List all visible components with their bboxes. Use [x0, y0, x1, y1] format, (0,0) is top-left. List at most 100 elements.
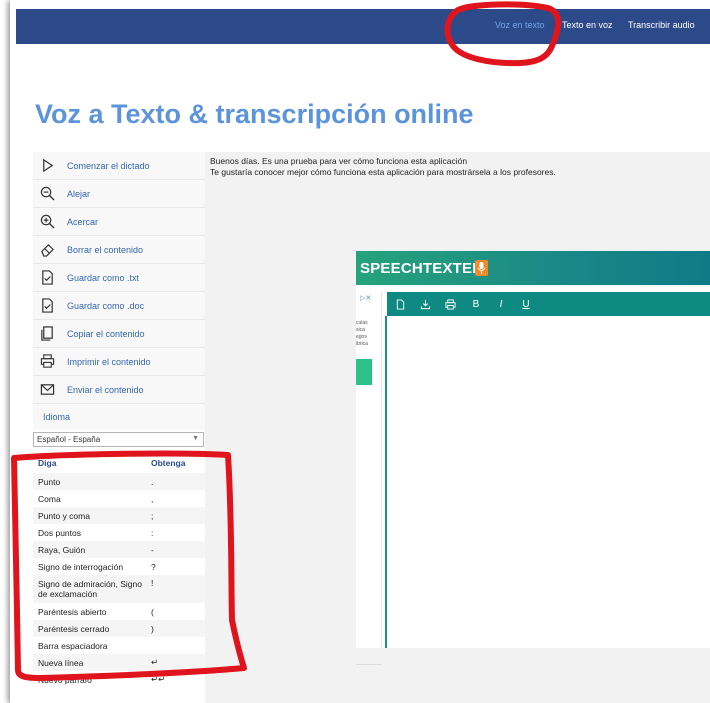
- sidebar-item-label: Copiar el contenido: [67, 328, 145, 339]
- sidebar-item-label: Guardar como .txt: [67, 272, 140, 283]
- envelope-icon: [39, 381, 56, 398]
- text-line: Buenos días. Es una prueba para ver cómo…: [210, 156, 468, 166]
- table-header: Diga Obtenga: [33, 453, 205, 473]
- sidebar-item-label: Alejar: [67, 188, 91, 199]
- save-doc-icon: [39, 297, 56, 314]
- table-row: Paréntesis cerrado): [33, 620, 205, 637]
- zoom-out-icon: [39, 185, 56, 202]
- nav-texto-en-voz[interactable]: Texto en voz: [562, 20, 613, 30]
- command-phrase: Punto y coma: [38, 510, 90, 521]
- page-title: Voz a Texto & transcripción online: [35, 99, 474, 129]
- command-phrase: Paréntesis cerrado: [38, 623, 110, 634]
- print-icon[interactable]: [443, 297, 457, 311]
- column-header-say: Diga: [38, 458, 57, 468]
- ad-banner[interactable]: ▷✕ culas sica egos ibrica: [356, 292, 382, 665]
- microphone-icon[interactable]: [475, 260, 488, 276]
- command-phrase: Coma: [38, 493, 61, 504]
- speechtexter-logo: SPEECHTEXTER: [360, 260, 484, 277]
- speechtexter-header: SPEECHTEXTER: [356, 251, 710, 285]
- sidebar-item-save-doc[interactable]: Guardar como .doc: [33, 292, 205, 320]
- sidebar-item-send-content[interactable]: Enviar el contenido: [33, 376, 205, 404]
- editor-toolbar: B I U: [387, 292, 710, 316]
- command-result: ↵↵: [151, 674, 166, 684]
- italic-icon[interactable]: I: [494, 297, 508, 311]
- text-line: Te gustaría conocer mejor cómo funciona …: [210, 167, 556, 177]
- sidebar-item-zoom-in[interactable]: Acercar: [33, 208, 205, 236]
- ad-text: culas sica egos ibrica: [356, 320, 368, 348]
- sidebar-item-copy-content[interactable]: Copiar el contenido: [33, 320, 205, 348]
- command-result: ): [151, 623, 154, 634]
- sidebar-item-label: Acercar: [67, 216, 99, 227]
- zoom-in-icon: [39, 213, 56, 230]
- sidebar-item-zoom-out[interactable]: Alejar: [33, 180, 205, 208]
- sidebar-item-print-content[interactable]: Imprimir el contenido: [33, 348, 205, 376]
- command-phrase: Nueva línea: [38, 657, 84, 668]
- ad-button[interactable]: [356, 359, 372, 385]
- table-row: Barra espaciadora: [33, 637, 205, 654]
- command-result: ,: [151, 493, 154, 504]
- command-result: .: [151, 476, 154, 487]
- language-select[interactable]: Español - España ▼: [33, 432, 204, 447]
- eraser-icon: [39, 241, 56, 258]
- table-row: Nuevo párrafo ↵↵: [33, 671, 205, 688]
- sidebar-item-label: Comenzar el dictado: [67, 160, 150, 171]
- underline-icon[interactable]: U: [519, 297, 533, 311]
- command-result: -: [151, 544, 154, 555]
- command-result: ;: [151, 510, 154, 521]
- top-navigation-bar: Voz en texto Texto en voz Transcribir au…: [16, 9, 710, 44]
- command-result: !: [151, 578, 154, 588]
- nav-voz-en-texto[interactable]: Voz en texto: [495, 20, 545, 30]
- save-txt-icon: [39, 269, 56, 286]
- sidebar-item-label: Imprimir el contenido: [67, 356, 151, 367]
- column-header-get: Obtenga: [151, 458, 186, 468]
- command-phrase: Dos puntos: [38, 527, 81, 538]
- language-label: Idioma: [33, 404, 205, 430]
- ad-text-line: culas: [356, 320, 368, 326]
- language-value: Español - España: [37, 435, 101, 444]
- play-icon: [39, 157, 56, 174]
- print-icon: [39, 353, 56, 370]
- sidebar-item-label: Enviar el contenido: [67, 384, 144, 395]
- table-row: Signo de interrogación?: [33, 558, 205, 575]
- table-row: Dos puntos:: [33, 524, 205, 541]
- command-result: ↵: [151, 657, 159, 667]
- new-document-icon[interactable]: [393, 297, 407, 311]
- command-phrase: Paréntesis abierto: [38, 606, 107, 617]
- sidebar-item-save-txt[interactable]: Guardar como .txt: [33, 264, 205, 292]
- copy-icon: [39, 325, 56, 342]
- command-result: ?: [151, 561, 156, 572]
- nav-transcribir-audio[interactable]: Transcribir audio: [628, 20, 695, 30]
- command-result: (: [151, 606, 154, 617]
- table-row: Signo de admiración, Signo de exclamació…: [33, 575, 205, 603]
- sidebar-item-clear-content[interactable]: Borrar el contenido: [33, 236, 205, 264]
- command-phrase: Raya, Guión: [38, 544, 86, 555]
- table-row: Punto.: [33, 473, 205, 490]
- ad-text-line: egos: [356, 334, 367, 340]
- sidebar-item-label: Guardar como .doc: [67, 300, 145, 311]
- sidebar-item-label: Borrar el contenido: [67, 244, 144, 255]
- ad-text-line: sica: [356, 327, 365, 333]
- command-phrase: Signo de admiración, Signo de exclamació…: [38, 579, 142, 599]
- bold-icon[interactable]: B: [469, 297, 483, 311]
- divider: [356, 664, 382, 665]
- table-row: Paréntesis abierto (: [33, 603, 205, 620]
- table-row: Raya, Guión -: [33, 541, 205, 558]
- sidebar: Comenzar el dictado Alejar Acercar Borra…: [33, 152, 205, 688]
- download-icon[interactable]: [418, 297, 432, 311]
- command-phrase: Barra espaciadora: [38, 640, 108, 651]
- speechtexter-screenshot: SPEECHTEXTER ▷✕ culas sica egos ibrica B…: [356, 251, 710, 665]
- voice-commands-table: Diga Obtenga Punto. Coma, Punto y coma; …: [33, 453, 205, 688]
- command-result: :: [151, 527, 154, 538]
- command-phrase: Nuevo párrafo: [38, 674, 92, 685]
- speechtexter-editor[interactable]: [385, 316, 710, 648]
- ad-choices-icon[interactable]: ▷✕: [360, 294, 371, 302]
- command-phrase: Signo de interrogación: [38, 561, 124, 572]
- dictated-text: Buenos días. Es una prueba para ver cómo…: [210, 156, 556, 178]
- chevron-down-icon: ▼: [192, 435, 199, 442]
- table-body: Punto. Coma, Punto y coma; Dos puntos: R…: [33, 473, 205, 688]
- ad-text-line: ibrica: [356, 341, 368, 347]
- table-row: Punto y coma;: [33, 507, 205, 524]
- table-row: Coma,: [33, 490, 205, 507]
- table-row: Nueva línea ↵: [33, 654, 205, 671]
- sidebar-item-start-dictation[interactable]: Comenzar el dictado: [33, 152, 205, 180]
